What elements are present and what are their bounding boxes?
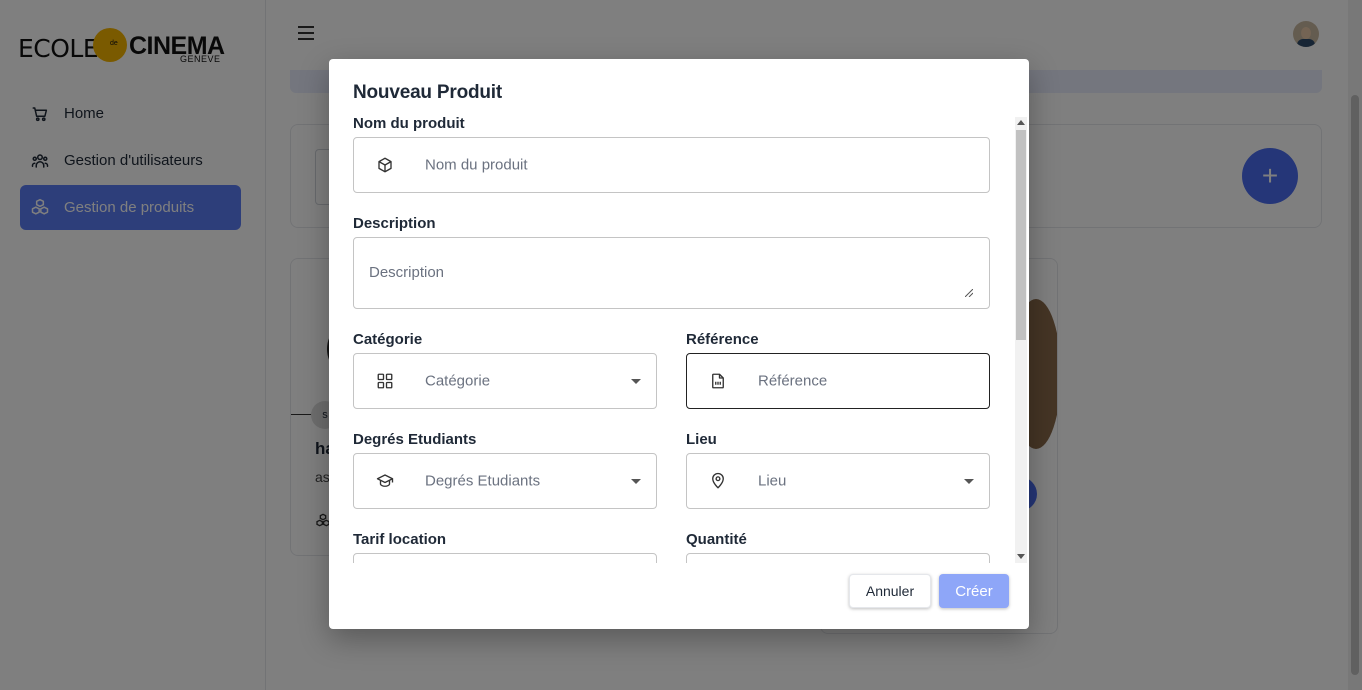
degrees-placeholder: Degrés Etudiants [425,472,541,490]
scroll-up-icon[interactable] [1017,120,1025,125]
description-placeholder: Description [369,264,445,281]
category-select[interactable]: Catégorie [353,353,657,409]
scroll-down-icon[interactable] [1017,554,1025,559]
dialog-form: Nom du produit Nom du produit Descriptio… [329,115,1029,563]
degrees-select[interactable]: Degrés Etudiants [353,453,657,509]
chevron-down-icon [631,379,641,384]
reference-placeholder: Référence [758,372,828,390]
location-label: Lieu [686,431,717,448]
location-placeholder: Lieu [758,472,787,490]
scrollbar-thumb[interactable] [1016,130,1026,340]
grid-icon [376,372,394,390]
product-name-label: Nom du produit [353,115,465,132]
location-select[interactable]: Lieu [686,453,990,509]
product-name-input[interactable]: Nom du produit [353,137,990,193]
dialog-title: Nouveau Produit [353,82,503,103]
rental-price-input[interactable] [353,553,657,563]
quantity-input[interactable] [686,553,990,563]
new-product-dialog: Nouveau Produit Nom du produit Nom du pr… [329,59,1029,629]
description-textarea[interactable]: Description [353,237,990,309]
resize-handle-icon[interactable] [964,284,974,298]
description-label: Description [353,215,436,232]
reference-input[interactable]: Référence [686,353,990,409]
document-icon [709,372,727,390]
degrees-label: Degrés Etudiants [353,431,477,448]
package-icon [376,156,394,174]
quantity-label: Quantité [686,531,747,548]
graduation-cap-icon [376,472,394,490]
cancel-button[interactable]: Annuler [849,574,931,608]
category-placeholder: Catégorie [425,372,491,390]
reference-label: Référence [686,331,759,348]
chevron-down-icon [964,479,974,484]
category-label: Catégorie [353,331,423,348]
product-name-placeholder: Nom du produit [425,156,528,174]
map-pin-icon [709,472,727,490]
chevron-down-icon [631,479,641,484]
dialog-scrollbar[interactable] [1015,117,1027,563]
create-button[interactable]: Créer [939,574,1009,608]
rental-price-label: Tarif location [353,531,447,548]
